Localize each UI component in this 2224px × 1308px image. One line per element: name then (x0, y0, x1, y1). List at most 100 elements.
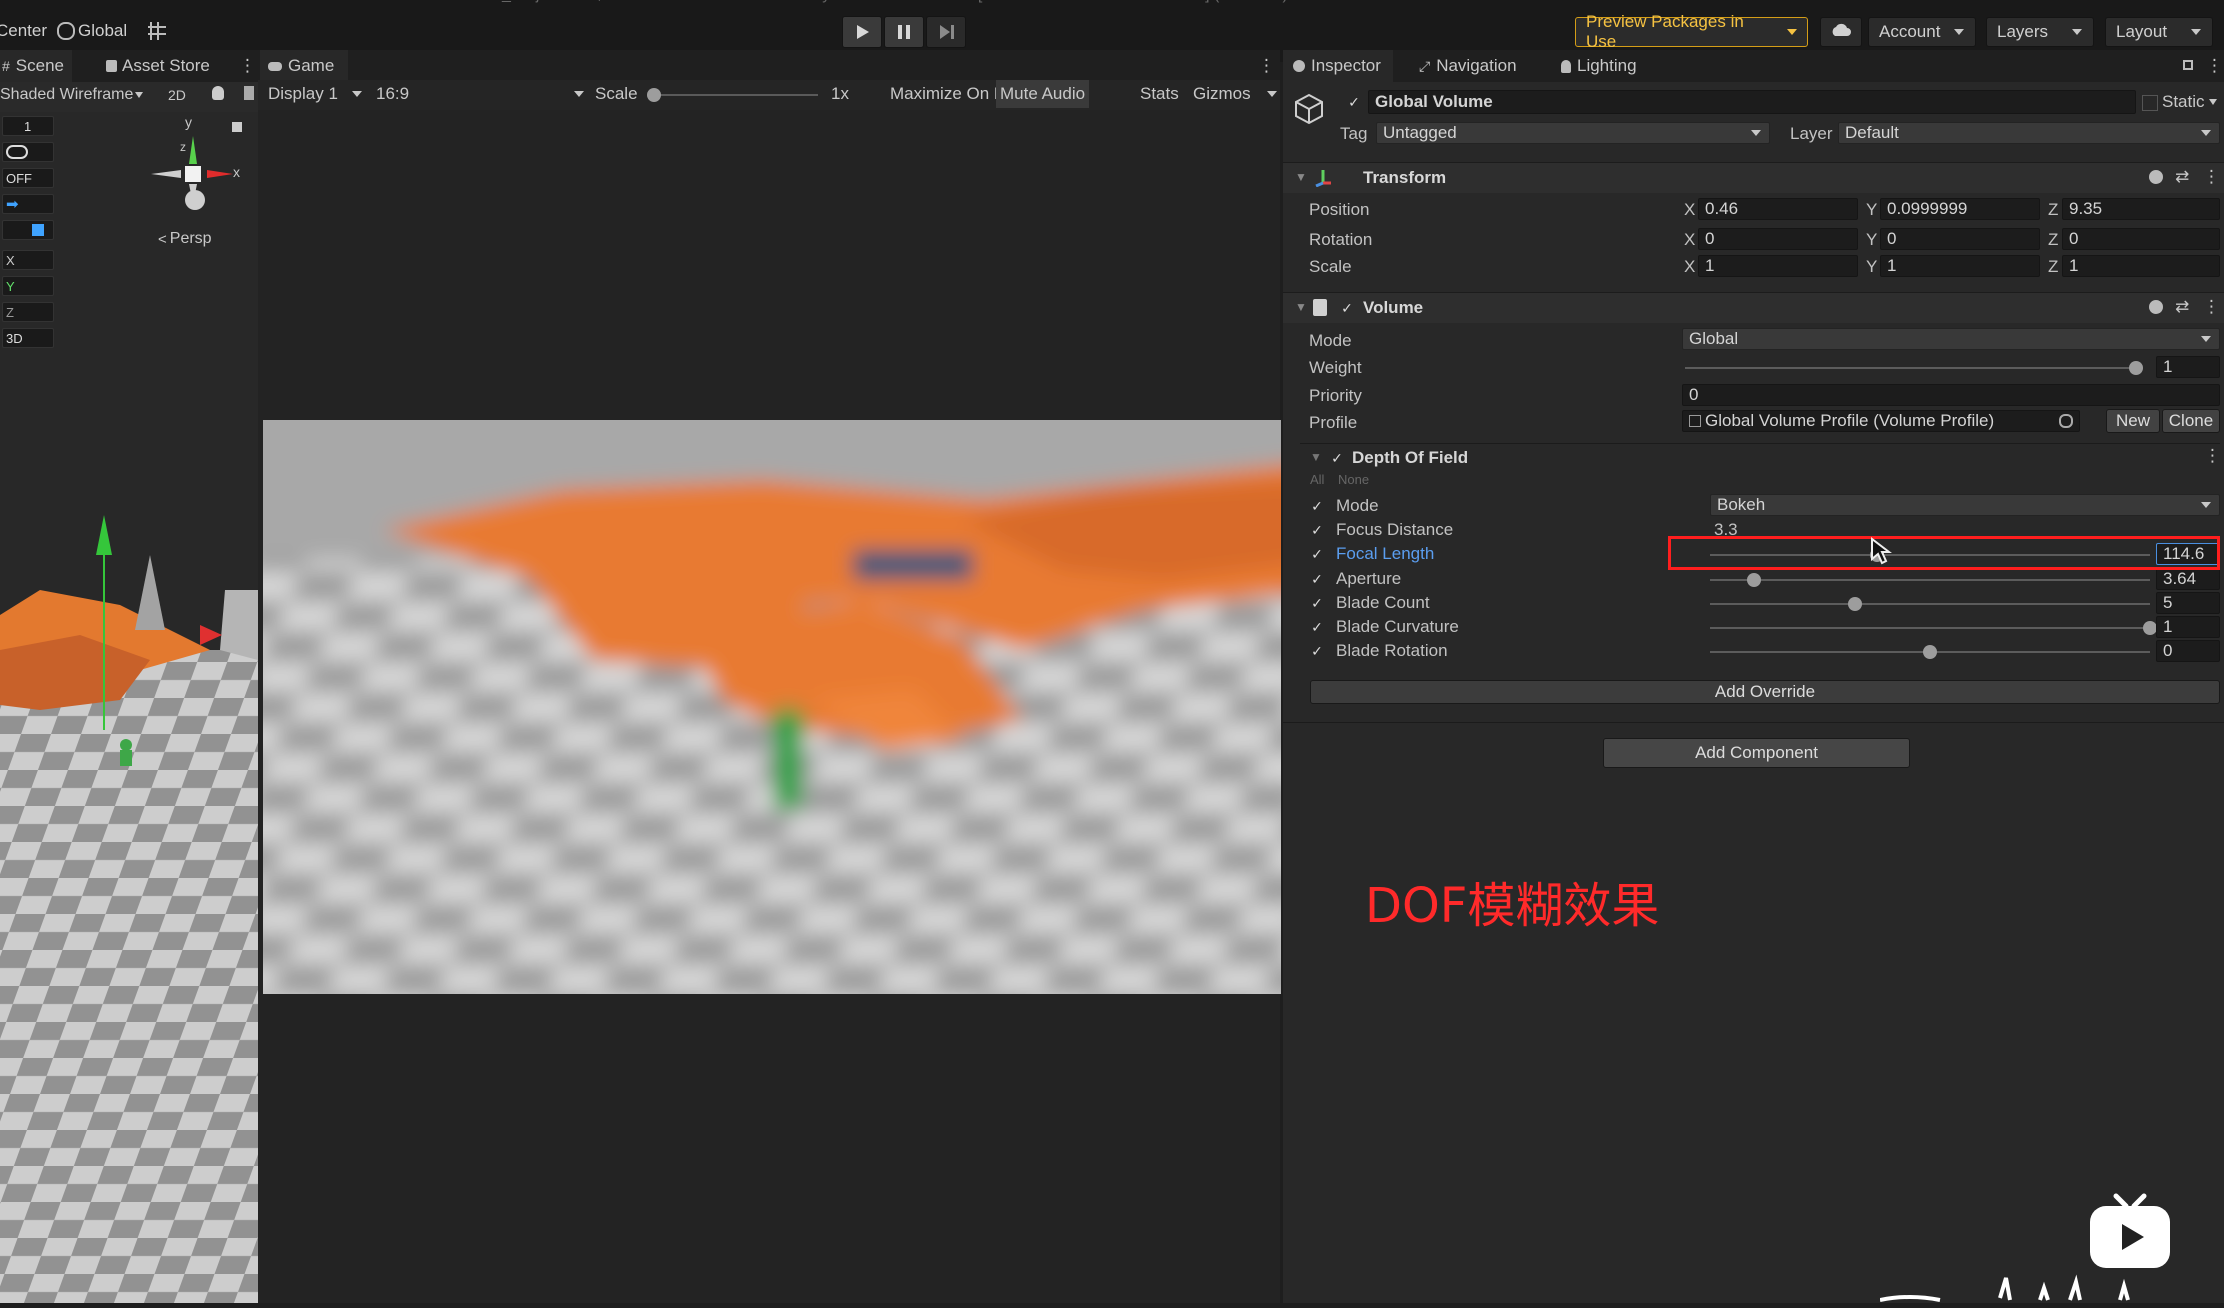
volume-enabled-checkbox[interactable]: ✓ (1340, 301, 1354, 315)
dof-override-checkbox[interactable]: ✓ (1310, 523, 1324, 537)
layers-dropdown[interactable]: Layers (1986, 17, 2094, 47)
scale-slider-knob[interactable] (647, 88, 661, 102)
position-x-field[interactable]: 0.46 (1698, 198, 1858, 220)
dof-param-slider[interactable] (1710, 579, 2150, 581)
gizmos-dropdown[interactable]: Gizmos (1193, 84, 1277, 104)
tag-dropdown[interactable]: Untagged (1376, 122, 1770, 144)
visibility-toggle[interactable] (2, 142, 54, 162)
weight-field[interactable]: 1 (2156, 356, 2220, 378)
dof-enabled-checkbox[interactable]: ✓ (1330, 451, 1344, 465)
scale-x-field[interactable]: 1 (1698, 255, 1858, 277)
stats-toggle[interactable]: Stats (1140, 84, 1179, 104)
rotation-z-field[interactable]: 0 (2062, 228, 2220, 250)
position-y-field[interactable]: 0.0999999 (1880, 198, 2040, 220)
preset-icon[interactable]: ⇄ (2175, 167, 2189, 187)
help-icon[interactable] (2149, 300, 2163, 314)
scene-tool-1[interactable]: 1 (2, 116, 54, 136)
x-axis-toggle[interactable]: X (2, 250, 54, 270)
tab-asset-store[interactable]: Asset Store (106, 50, 210, 82)
kebab-menu-icon[interactable]: ⋮ (2204, 446, 2221, 466)
aspect-dropdown[interactable]: 16:9 (376, 84, 584, 104)
tab-inspector[interactable]: Inspector (1283, 50, 1393, 82)
tab-scene[interactable]: # Scene (0, 50, 72, 82)
kebab-menu-icon[interactable]: ⋮ (2203, 297, 2220, 317)
dof-param-slider[interactable] (1710, 627, 2150, 629)
account-dropdown[interactable]: Account (1868, 17, 1976, 47)
dof-override-checkbox[interactable]: ✓ (1310, 572, 1324, 586)
scale-y-field[interactable]: 1 (1880, 255, 2040, 277)
clone-profile-button[interactable]: Clone (2162, 409, 2220, 433)
kebab-menu-icon[interactable]: ⋮ (2203, 167, 2220, 187)
step-button[interactable] (926, 16, 966, 48)
game-viewport[interactable] (263, 420, 1281, 994)
lock-icon[interactable] (2183, 60, 2193, 70)
dof-override-checkbox[interactable]: ✓ (1310, 499, 1324, 513)
scale-slider[interactable] (653, 94, 818, 96)
dof-param-slider[interactable] (1710, 603, 2150, 605)
dof-param-slider-knob[interactable] (1747, 573, 1761, 587)
space-toggle[interactable]: Global (57, 14, 127, 48)
position-z-field[interactable]: 9.35 (2062, 198, 2220, 220)
tab-lighting[interactable]: Lighting (1561, 50, 1637, 82)
profile-field[interactable]: Global Volume Profile (Volume Profile) (1682, 410, 2080, 432)
persp-toggle[interactable]: < Persp (158, 230, 212, 248)
move-snap-toggle[interactable]: ➡ (2, 194, 54, 214)
tab-navigation[interactable]: ⤢ Navigation (1419, 50, 1517, 82)
dof-param-field[interactable]: 0 (2156, 640, 2220, 662)
dof-mode-dropdown[interactable]: Bokeh (1710, 494, 2220, 516)
shading-mode-dropdown[interactable]: Shaded Wireframe (0, 86, 144, 104)
weight-slider[interactable] (1685, 367, 2143, 369)
dof-override-checkbox[interactable]: ✓ (1310, 644, 1324, 658)
rotation-x-field[interactable]: 0 (1698, 228, 1858, 250)
scale-z-field[interactable]: 1 (2062, 255, 2220, 277)
static-checkbox[interactable] (2142, 95, 2158, 111)
mute-audio-toggle[interactable]: Mute Audio (996, 80, 1090, 108)
kebab-menu-icon[interactable]: ⋮ (1258, 56, 1275, 76)
volume-mode-dropdown[interactable]: Global (1682, 328, 2220, 350)
scene-tool-off[interactable]: OFF (2, 168, 54, 188)
dof-all-toggle[interactable]: All (1310, 472, 1324, 487)
object-name-field[interactable]: Global Volume (1368, 90, 2136, 114)
dof-param-slider-knob[interactable] (1923, 645, 1937, 659)
dof-header[interactable]: ▼ ✓ Depth Of Field ⋮ (1300, 443, 2221, 471)
transform-header[interactable]: ▼ Transform ⇄ ⋮ (1283, 162, 2224, 193)
grid-snap-icon[interactable] (146, 20, 168, 42)
kebab-menu-icon[interactable]: ⋮ (239, 56, 256, 76)
dof-override-checkbox[interactable]: ✓ (1310, 547, 1324, 561)
add-override-button[interactable]: Add Override (1310, 680, 2220, 704)
layout-dropdown[interactable]: Layout (2105, 17, 2213, 47)
weight-slider-knob[interactable] (2129, 361, 2143, 375)
static-dropdown[interactable]: Static (2162, 92, 2217, 112)
dof-override-checkbox[interactable]: ✓ (1310, 620, 1324, 634)
audio-icon[interactable] (244, 86, 254, 100)
layer-dropdown[interactable]: Default (1838, 122, 2220, 144)
dof-none-toggle[interactable]: None (1338, 472, 1369, 487)
lightbulb-icon[interactable] (212, 86, 224, 100)
help-icon[interactable] (2149, 170, 2163, 184)
3d-toggle[interactable]: 3D (2, 328, 54, 348)
dof-param-field[interactable]: 3.64 (2156, 568, 2220, 590)
dof-param-field[interactable]: 1 (2156, 616, 2220, 638)
play-button[interactable] (842, 16, 882, 48)
add-component-button[interactable]: Add Component (1603, 738, 1910, 768)
object-picker-icon[interactable] (2059, 414, 2073, 428)
pivot-toggle[interactable]: Center (0, 14, 47, 48)
preview-packages-button[interactable]: Preview Packages in Use (1575, 12, 1808, 51)
tab-game[interactable]: Game (260, 50, 349, 82)
pause-button[interactable] (884, 16, 924, 48)
dof-param-slider-knob[interactable] (2143, 621, 2157, 635)
priority-field[interactable]: 0 (1682, 384, 2220, 406)
lock-toggle[interactable] (2, 220, 54, 240)
kebab-menu-icon[interactable]: ⋮ (2206, 56, 2223, 76)
rotation-y-field[interactable]: 0 (1880, 228, 2040, 250)
y-axis-toggle[interactable]: Y (2, 276, 54, 296)
volume-header[interactable]: ▼ ✓ Volume ⇄ ⋮ (1283, 292, 2224, 323)
display-dropdown[interactable]: Display 1 (268, 84, 362, 104)
new-profile-button[interactable]: New (2106, 409, 2160, 433)
z-axis-toggle[interactable]: Z (2, 302, 54, 322)
lock-icon[interactable] (232, 122, 242, 132)
cloud-button[interactable] (1820, 17, 1862, 47)
active-checkbox[interactable]: ✓ (1347, 95, 1361, 109)
2d-toggle[interactable]: 2D (168, 87, 186, 103)
dof-param-field[interactable]: 5 (2156, 592, 2220, 614)
